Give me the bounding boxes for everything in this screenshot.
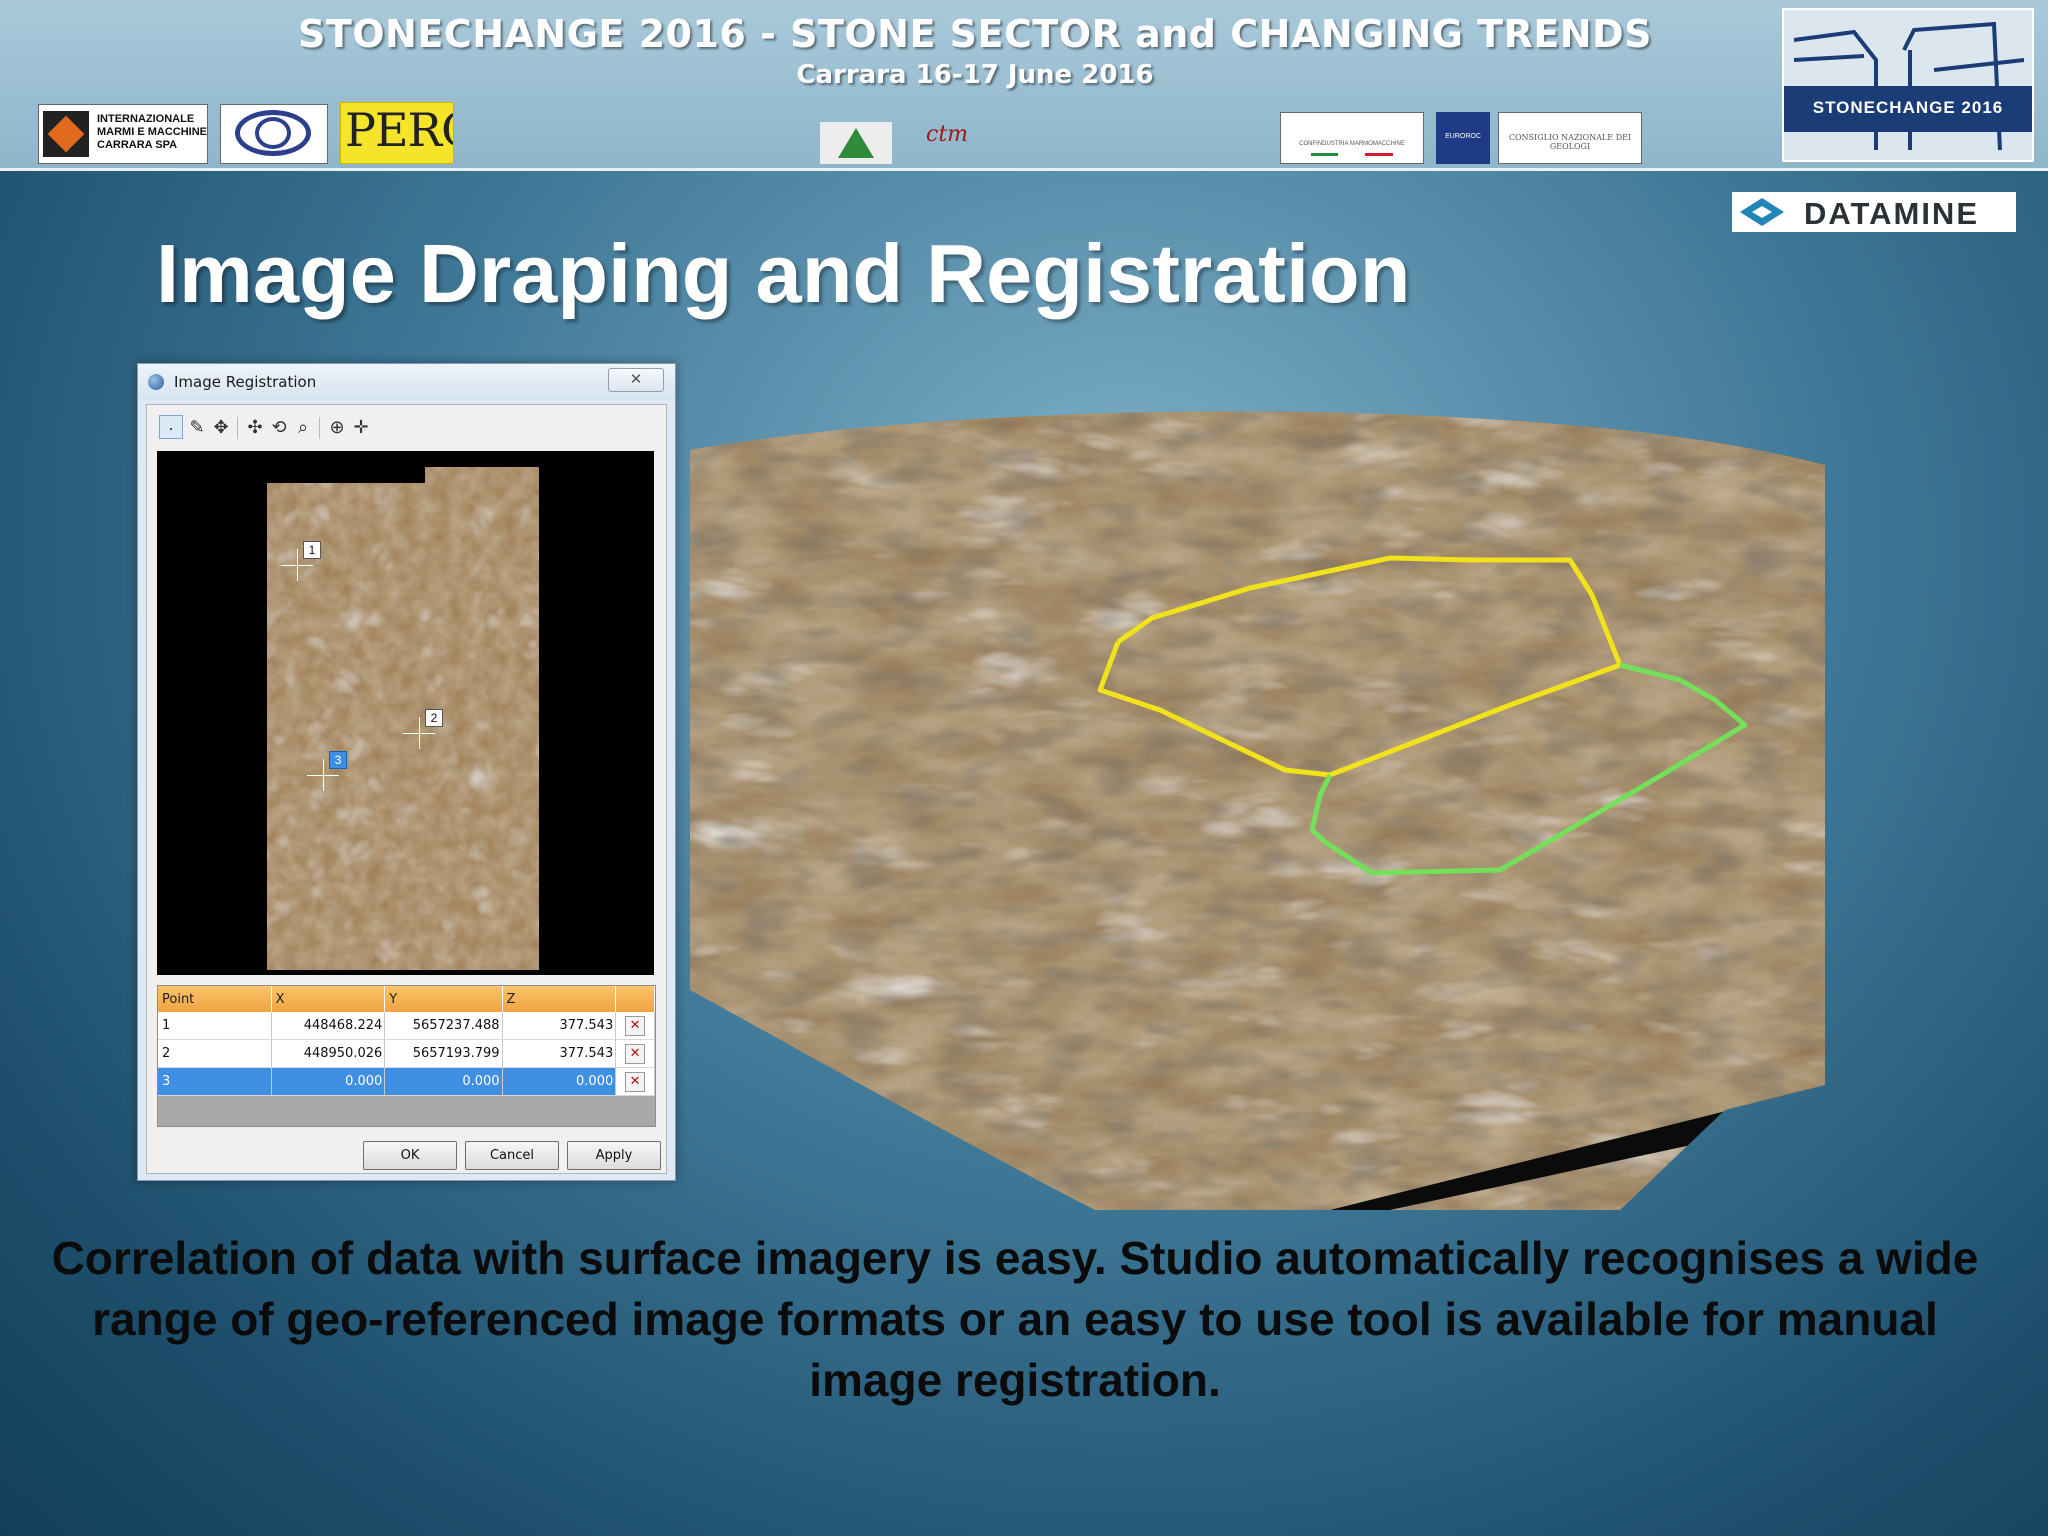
euroroc-logo-text: EUROROC	[1445, 133, 1481, 140]
euroroc-logo: EUROROC	[1436, 112, 1490, 164]
cng-logo: CONSIGLIO NAZIONALE DEI GEOLOGI	[1498, 112, 1642, 164]
point-cell[interactable]: 1	[158, 1012, 272, 1040]
cancel-button[interactable]: Cancel	[465, 1141, 559, 1170]
y-cell[interactable]: 5657237.488	[384, 1012, 503, 1040]
dialog-titlebar[interactable]: Image Registration ✕	[138, 364, 675, 400]
conference-title: STONECHANGE 2016 - STONE SECTOR and CHAN…	[297, 12, 1653, 56]
pan-icon[interactable]: ✣	[243, 415, 267, 439]
column-header-y[interactable]: Y	[384, 986, 503, 1012]
rock-logo	[820, 122, 892, 164]
ctm-logo: ctm	[920, 118, 980, 164]
rotate-icon[interactable]: ⟲	[267, 415, 291, 439]
z-cell[interactable]: 377.543	[502, 1039, 617, 1068]
dialog-title: Image Registration	[174, 373, 317, 391]
y-cell[interactable]: 0.000	[384, 1067, 503, 1096]
stonechange-badge-text: STONECHANGE 2016	[1812, 98, 2004, 117]
x-cell[interactable]: 448950.026	[271, 1039, 386, 1068]
x-cell[interactable]: 448468.224	[271, 1012, 386, 1040]
confindustria-logo: CONFINDUSTRIA MARMOMACCHINE	[1280, 112, 1424, 164]
point-cell[interactable]: 3	[158, 1067, 272, 1096]
table-row[interactable]: 1 448468.224 5657237.488 377.543 ✕	[158, 1012, 655, 1040]
italian-flag-icon	[1311, 153, 1393, 156]
add-point-icon[interactable]: ✛	[349, 415, 373, 439]
zoom-icon[interactable]: ⌕	[291, 415, 315, 439]
delete-point-icon[interactable]: ✕	[625, 1043, 646, 1064]
column-header-point[interactable]: Point	[158, 986, 272, 1012]
imm-logo-text: INTERNAZIONALE MARMI E MACCHINE CARRARA …	[97, 113, 207, 151]
gcp-label-2: 2	[425, 709, 443, 727]
globe-icon	[148, 374, 164, 390]
column-header-x[interactable]: X	[271, 986, 386, 1012]
confindustria-logo-text: CONFINDUSTRIA MARMOMACCHINE	[1299, 141, 1405, 147]
table-header-row: Point X Y Z	[158, 986, 655, 1012]
pick-icon[interactable]: ✎	[185, 415, 209, 439]
cs-logo	[220, 104, 328, 164]
select-point-icon[interactable]: ·	[159, 415, 183, 439]
image-viewer[interactable]: 1 2 3	[157, 451, 654, 975]
delete-point-icon[interactable]: ✕	[625, 1015, 646, 1036]
z-cell[interactable]: 377.543	[502, 1012, 617, 1040]
control-points-table: Point X Y Z 1 448468.224 5657237.488 377…	[157, 985, 656, 1127]
close-button[interactable]: ✕	[608, 368, 664, 392]
header-divider	[0, 168, 2048, 171]
perc-logo-text: PERC	[345, 103, 453, 157]
zoom-extents-icon[interactable]: ⊕	[325, 415, 349, 439]
conference-header: STONECHANGE 2016 - STONE SECTOR and CHAN…	[0, 0, 2048, 168]
delete-point-icon[interactable]: ✕	[625, 1071, 646, 1092]
datamine-logo: DATAMINE	[1732, 192, 2016, 232]
y-cell[interactable]: 5657193.799	[384, 1039, 503, 1068]
gcp-label-1: 1	[303, 541, 321, 559]
cng-logo-text: CONSIGLIO NAZIONALE DEI GEOLOGI	[1508, 133, 1632, 151]
move-icon[interactable]: ✥	[209, 415, 233, 439]
stonechange-lines-icon	[1793, 21, 2025, 151]
datamine-logo-text: DATAMINE	[1804, 196, 1979, 231]
registration-toolbar: · ✎ ✥ ✣ ⟲ ⌕ ⊕ ✛	[155, 413, 655, 445]
table-row-selected[interactable]: 3 0.000 0.000 0.000 ✕	[158, 1067, 655, 1096]
mountain-icon	[838, 128, 874, 158]
slide-caption: Correlation of data with surface imagery…	[51, 1232, 1979, 1406]
imm-cube-icon	[43, 111, 89, 157]
imm-logo: INTERNAZIONALE MARMI E MACCHINE CARRARA …	[38, 104, 208, 164]
column-header-z[interactable]: Z	[502, 986, 617, 1012]
perc-logo: PERC	[340, 102, 454, 164]
gcp-label-3: 3	[329, 751, 347, 769]
conference-subtitle: Carrara 16-17 June 2016	[796, 60, 1154, 90]
image-registration-dialog: Image Registration ✕ · ✎ ✥ ✣ ⟲ ⌕ ⊕ ✛ 1 2…	[137, 363, 676, 1181]
z-cell[interactable]: 0.000	[502, 1067, 617, 1096]
ctm-logo-text: ctm	[926, 122, 969, 147]
ok-button[interactable]: OK	[363, 1141, 457, 1170]
point-cell[interactable]: 2	[158, 1039, 272, 1068]
table-row[interactable]: 2 448950.026 5657193.799 377.543 ✕	[158, 1039, 655, 1068]
apply-button[interactable]: Apply	[567, 1141, 661, 1170]
slide-title: Image Draping and Registration	[156, 227, 1411, 320]
datamine-diamond-icon	[1740, 198, 1784, 226]
dialog-body: · ✎ ✥ ✣ ⟲ ⌕ ⊕ ✛ 1 2 3 Point X Y Z 1 4484…	[146, 404, 667, 1174]
x-cell[interactable]: 0.000	[271, 1067, 386, 1096]
stonechange-badge: STONECHANGE 2016	[1782, 8, 2034, 162]
draped-terrain-view[interactable]	[690, 410, 1830, 1210]
